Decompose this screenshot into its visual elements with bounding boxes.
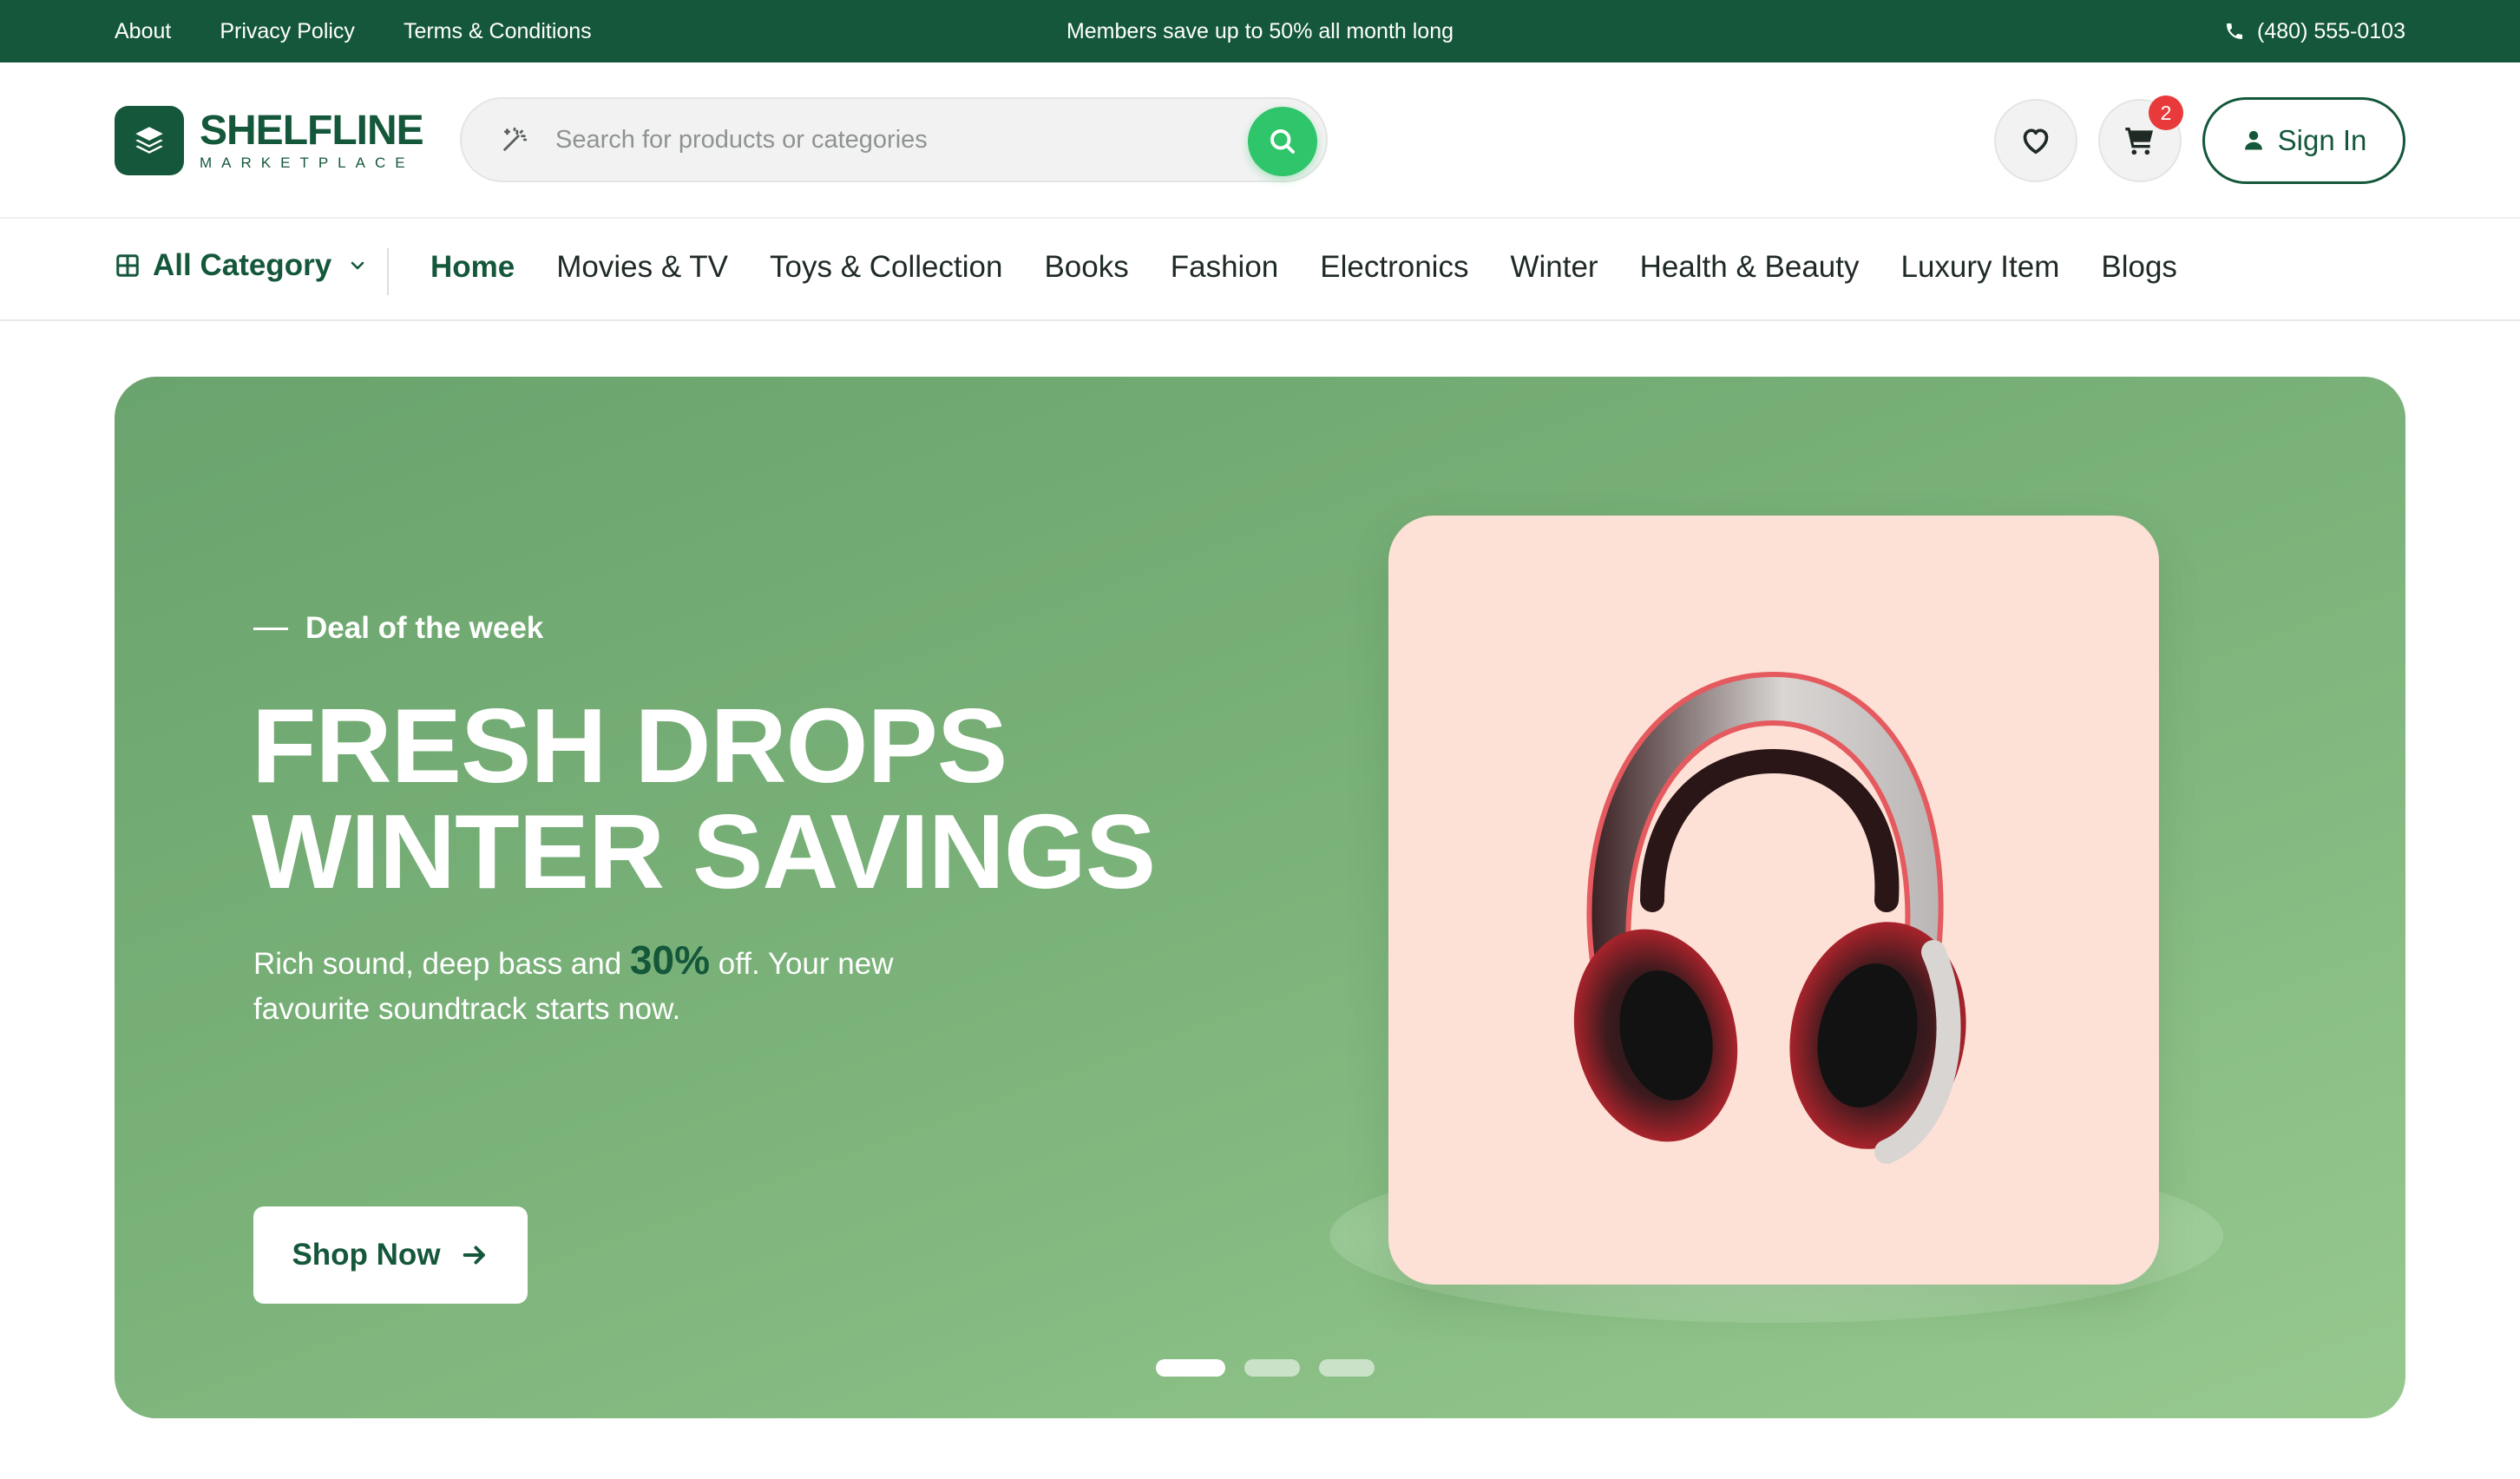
topbar-phone-number: (480) 555-0103 bbox=[2257, 18, 2405, 43]
grid-icon bbox=[116, 254, 139, 277]
search-button[interactable] bbox=[1248, 107, 1317, 176]
main-nav: All Category Home Movies & TV Toys & Col… bbox=[0, 219, 2520, 321]
topbar-links: About Privacy Policy Terms & Conditions bbox=[115, 19, 592, 44]
header: SHELFLINE MARKETPLACE 2 Sign In bbox=[0, 62, 2520, 219]
phone-icon bbox=[2227, 23, 2243, 39]
heart-icon bbox=[2023, 128, 2049, 154]
headphones-image bbox=[1573, 671, 1966, 1164]
wishlist-button[interactable] bbox=[1994, 99, 2077, 182]
hero-title: FRESH DROPS WINTER SAVINGS bbox=[252, 687, 1156, 910]
hero-desc-before: Rich sound, deep bass and bbox=[253, 947, 622, 981]
nav-link-fashion[interactable]: Fashion bbox=[1171, 250, 1279, 285]
carousel-dot-2[interactable] bbox=[1244, 1359, 1300, 1377]
magic-wand-icon bbox=[503, 127, 528, 151]
shop-now-button[interactable]: Shop Now bbox=[253, 1206, 528, 1304]
search-input[interactable] bbox=[555, 125, 1215, 154]
all-category-dropdown[interactable]: All Category bbox=[115, 248, 368, 283]
topbar-link-terms[interactable]: Terms & Conditions bbox=[404, 19, 592, 44]
logo-text: SHELFLINE MARKETPLACE bbox=[200, 108, 424, 172]
carousel-dot-1[interactable] bbox=[1156, 1359, 1225, 1377]
hero-discount-highlight: 30% bbox=[629, 937, 710, 983]
logo-subtitle: MARKETPLACE bbox=[200, 154, 415, 171]
hero-eyebrow-text: Deal of the week bbox=[305, 611, 544, 645]
nav-link-movies-tv[interactable]: Movies & TV bbox=[556, 250, 728, 285]
search-icon bbox=[1270, 129, 1295, 154]
hero-eyebrow: Deal of the week bbox=[253, 611, 543, 646]
carousel-dot-3[interactable] bbox=[1319, 1359, 1375, 1377]
shop-now-label: Shop Now bbox=[292, 1238, 441, 1272]
nav-link-winter[interactable]: Winter bbox=[1510, 250, 1598, 285]
topbar-link-about[interactable]: About bbox=[115, 19, 171, 44]
product-card[interactable] bbox=[1388, 516, 2159, 1285]
hero-title-line-1: FRESH DROPS bbox=[252, 687, 1007, 805]
all-category-label: All Category bbox=[153, 248, 332, 282]
carousel-dots bbox=[1156, 1359, 1375, 1377]
nav-link-health-beauty[interactable]: Health & Beauty bbox=[1640, 250, 1860, 285]
nav-links: Home Movies & TV Toys & Collection Books… bbox=[430, 250, 2177, 285]
arrow-right-icon bbox=[463, 1246, 485, 1265]
nav-divider bbox=[387, 248, 389, 295]
topbar-link-privacy[interactable]: Privacy Policy bbox=[220, 19, 355, 44]
hero-banner: Deal of the week FRESH DROPS WINTER SAVI… bbox=[115, 377, 2405, 1418]
logo[interactable]: SHELFLINE MARKETPLACE bbox=[115, 106, 424, 175]
nav-link-electronics[interactable]: Electronics bbox=[1320, 250, 1468, 285]
cart-button[interactable]: 2 bbox=[2098, 95, 2183, 182]
nav-link-home[interactable]: Home bbox=[430, 250, 515, 285]
layers-icon bbox=[115, 106, 184, 175]
nav-link-toys-collection[interactable]: Toys & Collection bbox=[770, 250, 1002, 285]
sign-in-label: Sign In bbox=[2277, 124, 2367, 156]
cart-icon bbox=[2125, 128, 2153, 155]
eyebrow-line bbox=[253, 627, 288, 630]
sign-in-button[interactable]: Sign In bbox=[2202, 97, 2405, 184]
nav-link-books[interactable]: Books bbox=[1044, 250, 1128, 285]
hero-title-line-2: WINTER SAVINGS bbox=[252, 792, 1156, 910]
chevron-down-icon bbox=[351, 261, 364, 270]
search-bar bbox=[460, 97, 1328, 182]
nav-link-luxury-item[interactable]: Luxury Item bbox=[1901, 250, 2060, 285]
hero-description: Rich sound, deep bass and 30% off. Your … bbox=[253, 937, 930, 1032]
user-icon bbox=[2244, 130, 2262, 150]
topbar-phone[interactable]: (480) 555-0103 bbox=[2224, 19, 2405, 44]
cart-count-badge: 2 bbox=[2149, 95, 2183, 130]
nav-link-blogs[interactable]: Blogs bbox=[2101, 250, 2177, 285]
logo-name: SHELFLINE bbox=[200, 108, 424, 154]
top-bar: About Privacy Policy Terms & Conditions … bbox=[0, 0, 2520, 62]
